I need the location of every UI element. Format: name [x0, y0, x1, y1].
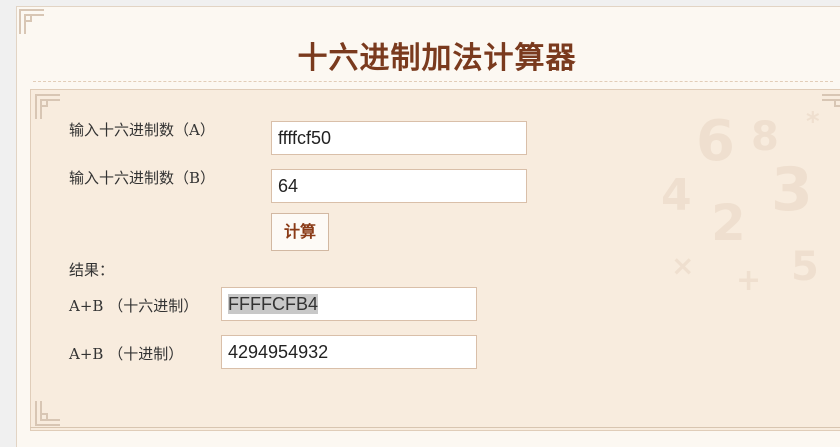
label-hex-b: 输入十六进制数（B） — [69, 169, 216, 187]
calculate-button[interactable]: 计算 — [271, 213, 329, 251]
svg-text:5: 5 — [791, 244, 819, 290]
title-divider — [33, 81, 833, 82]
page-title: 十六进制加法计算器 — [297, 41, 577, 76]
selected-text: FFFFCFB4 — [228, 294, 318, 314]
svg-text:×: × — [671, 249, 694, 282]
label-sum-hex: A+B （十六进制） — [69, 297, 199, 315]
numbers-background-icon: 6 8 3 2 4 5 + × * — [641, 90, 840, 300]
svg-text:2: 2 — [711, 194, 746, 252]
hex-b-input[interactable]: 64 — [271, 169, 527, 203]
sum-hex-output[interactable]: FFFFCFB4 — [221, 287, 477, 321]
svg-text:4: 4 — [661, 170, 692, 221]
svg-text:*: * — [806, 107, 820, 137]
corner-ornament-icon — [19, 9, 45, 35]
label-hex-a: 输入十六进制数（A） — [69, 121, 215, 139]
corner-ornament-icon — [35, 400, 61, 426]
svg-text:3: 3 — [771, 155, 813, 225]
hex-a-input[interactable]: ffffcf50 — [271, 121, 527, 155]
svg-text:6: 6 — [696, 109, 735, 174]
svg-text:+: + — [736, 263, 761, 298]
sum-dec-output[interactable]: 4294954932 — [221, 335, 477, 369]
corner-ornament-icon — [821, 94, 840, 120]
corner-ornament-icon — [35, 94, 61, 120]
result-heading: 结果： — [69, 261, 115, 279]
bottom-divider — [30, 427, 840, 428]
svg-text:8: 8 — [751, 114, 779, 160]
label-sum-dec: A+B （十进制） — [69, 345, 184, 363]
